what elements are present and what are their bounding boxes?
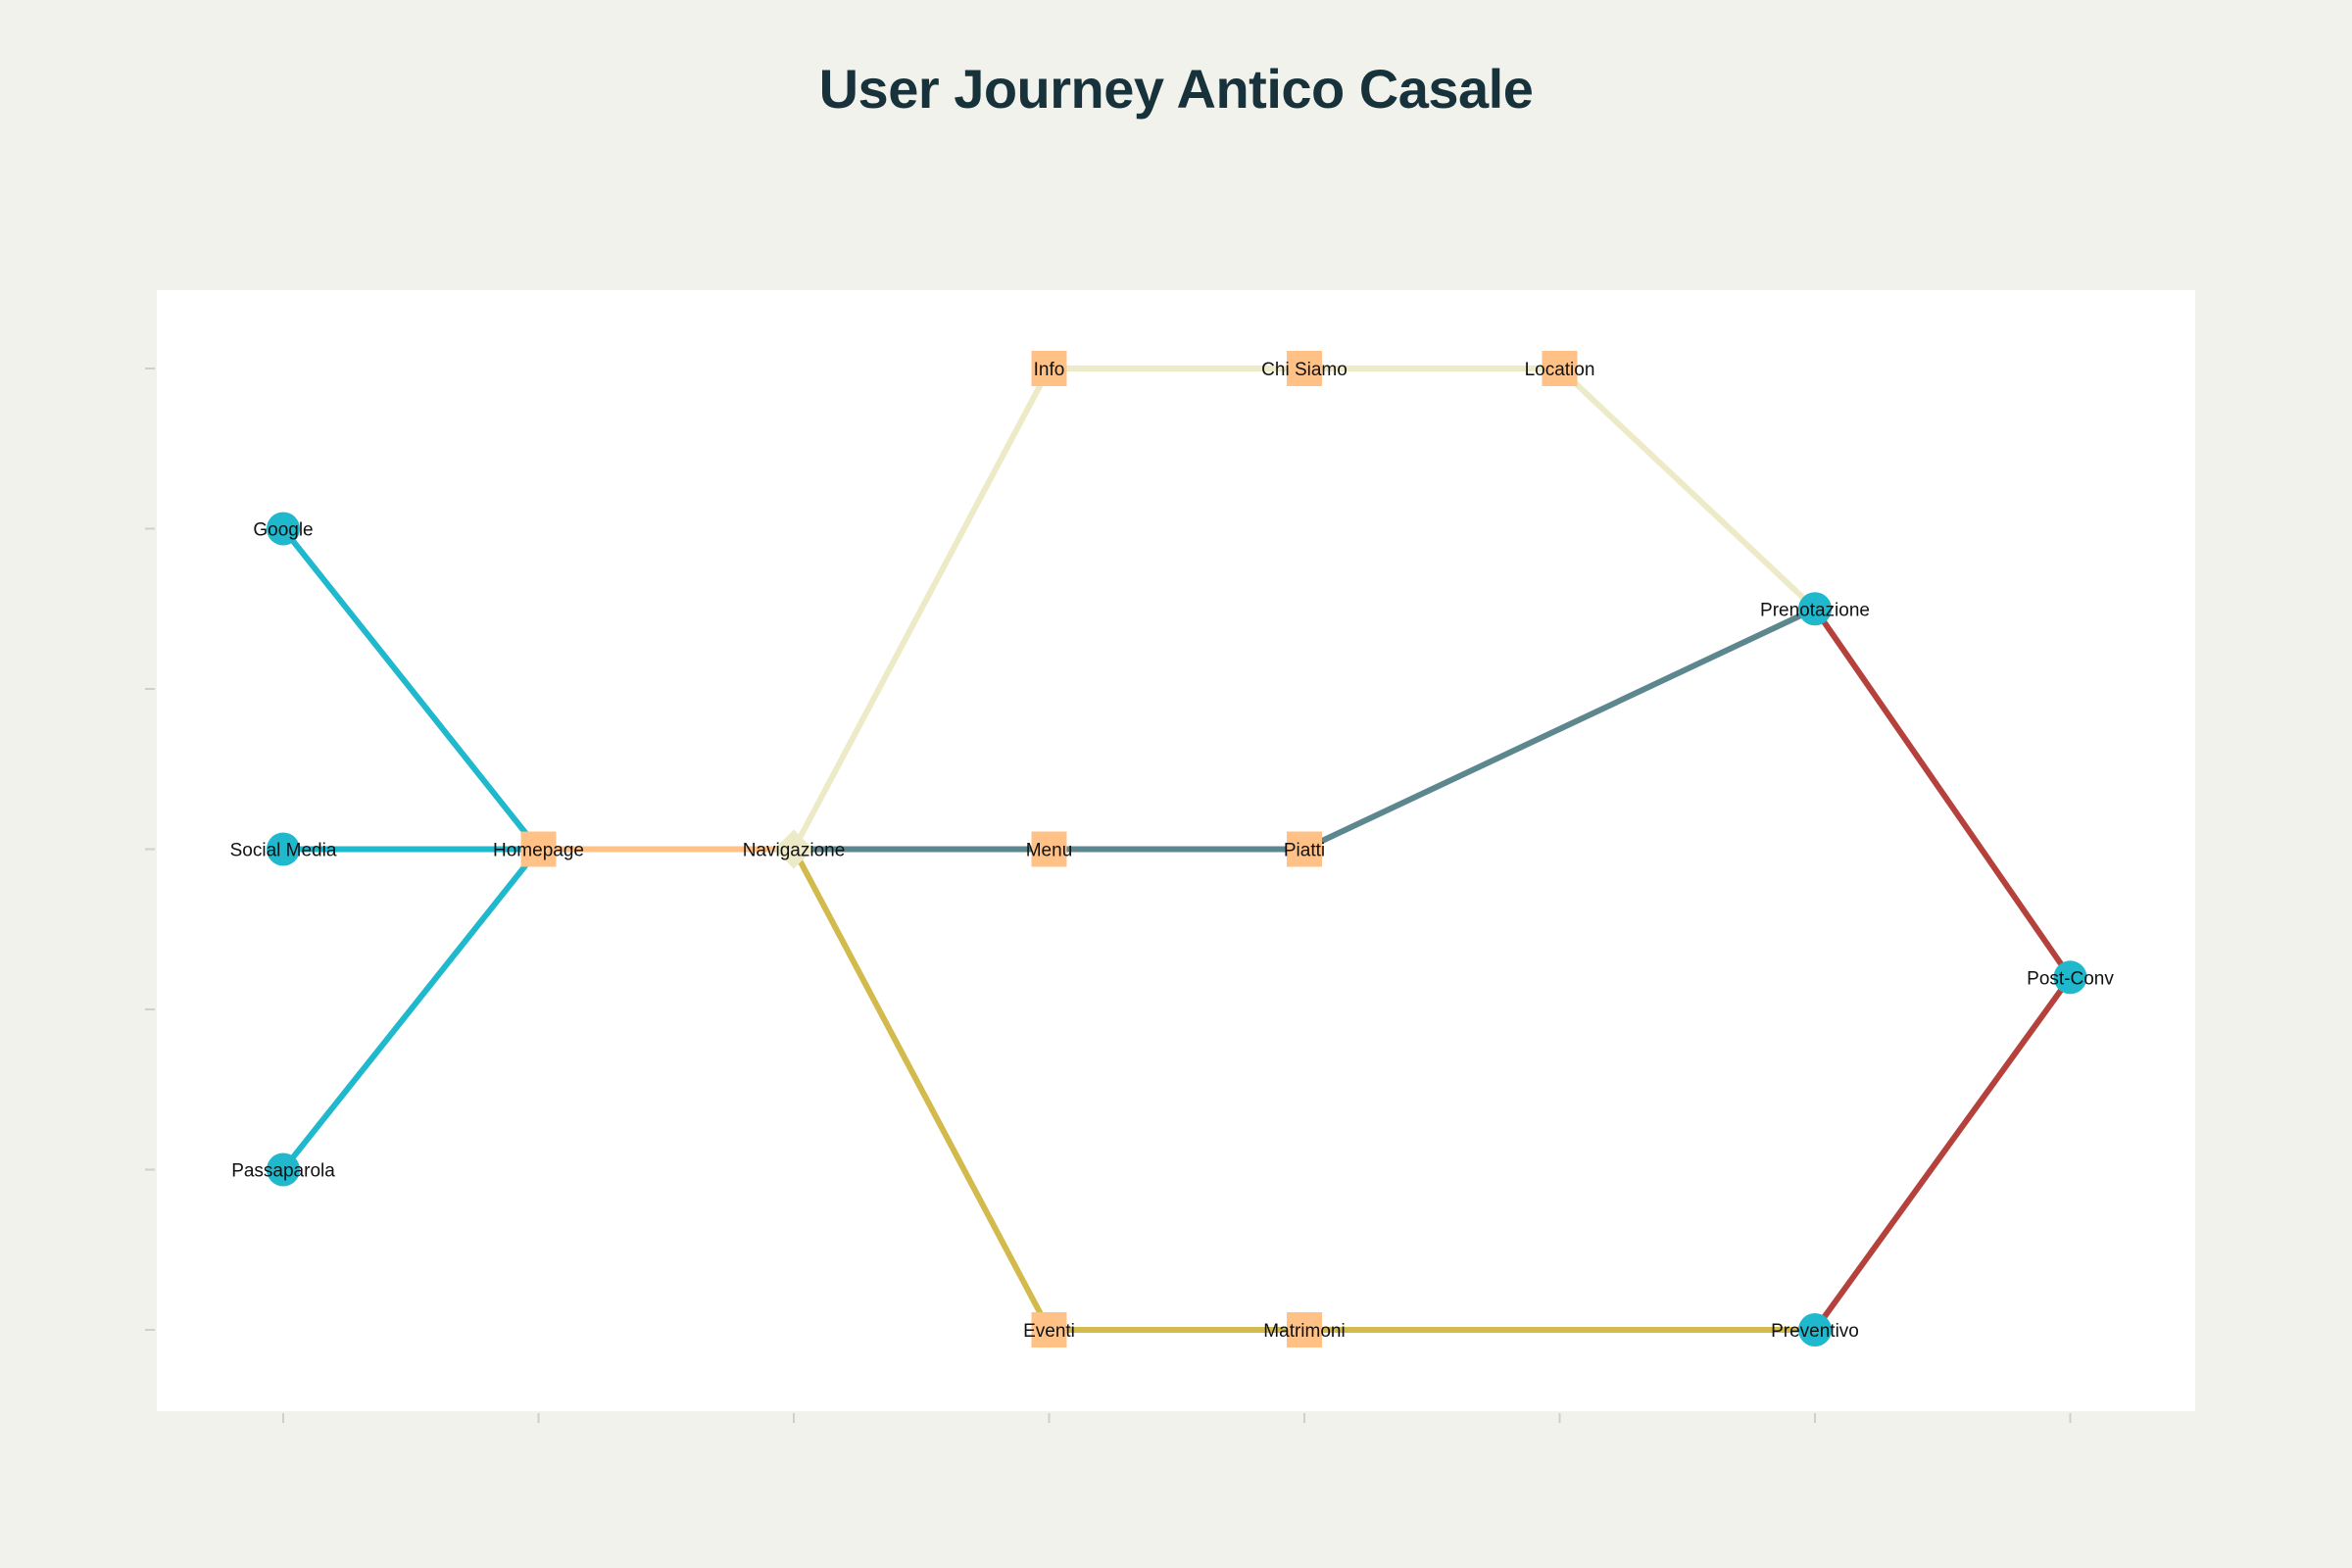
node-label-eventi: Eventi	[1023, 1321, 1075, 1342]
journey-diagram: Google Social Media Passaparola Homepage Nav…	[145, 290, 2195, 1423]
node-label-postconv: Post-Conv	[2027, 968, 2114, 989]
node-label-homepage: Homepage	[493, 841, 584, 861]
node-label-chisiamo: Chi Siamo	[1261, 360, 1348, 380]
node-label-info: Info	[1034, 360, 1065, 380]
node-label-location: Location	[1525, 360, 1595, 380]
node-label-preventivo: Preventivo	[1771, 1321, 1859, 1342]
node-label-menu: Menu	[1026, 841, 1073, 861]
node-label-google: Google	[253, 520, 313, 541]
page: User Journey Antico Casale Google Social …	[0, 0, 2352, 1568]
node-label-piatti: Piatti	[1284, 841, 1325, 861]
node-label-passaparola: Passaparola	[231, 1161, 335, 1182]
node-label-matrimoni: Matrimoni	[1263, 1321, 1345, 1342]
node-label-social: Social Media	[230, 841, 337, 861]
node-label-prenotazione: Prenotazione	[1760, 600, 1870, 620]
node-label-navigazione: Navigazione	[743, 841, 846, 861]
